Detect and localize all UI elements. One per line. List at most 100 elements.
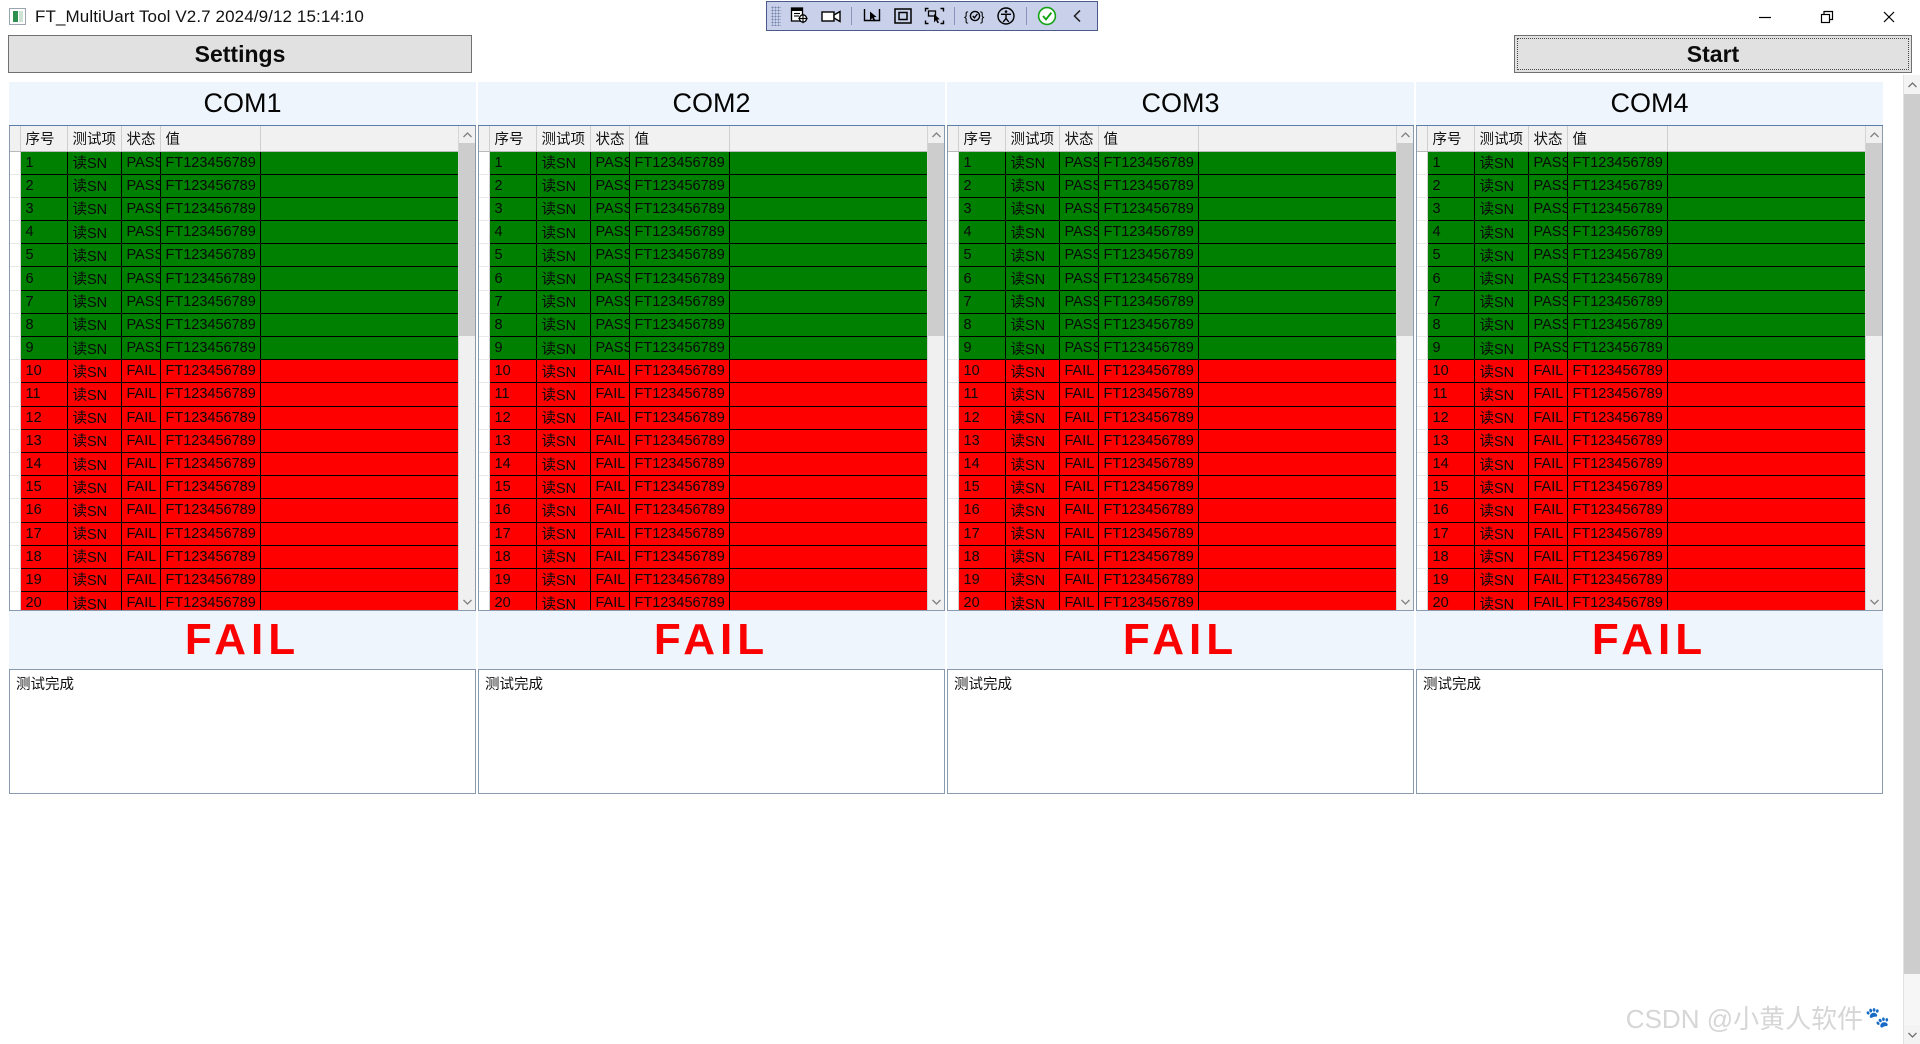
table-row[interactable]: 17 读SN FAIL FT123456789	[10, 522, 475, 546]
grid-scrollbar-thumb[interactable]	[1866, 143, 1882, 336]
cell-index[interactable]: 16	[489, 498, 537, 523]
scroll-up-arrow-icon[interactable]	[1866, 126, 1882, 143]
cell-index[interactable]: 19	[489, 568, 537, 593]
cell-value[interactable]: FT123456789	[629, 452, 730, 477]
table-row[interactable]: 7读SNPASSFT123456789	[10, 290, 475, 314]
row-selector-cell[interactable]	[10, 429, 21, 453]
cell-index[interactable]: 14	[1427, 452, 1475, 477]
grid-header-cell[interactable]: 测试项	[67, 126, 122, 152]
cell-test-item[interactable]: 读SN	[67, 336, 122, 361]
drag-handle-icon[interactable]	[771, 6, 781, 26]
cell-state[interactable]: FAIL	[590, 522, 630, 546]
cell-index[interactable]: 5	[958, 243, 1006, 268]
row-selector-cell[interactable]	[948, 290, 959, 314]
cell-value[interactable]: FT123456789	[1567, 475, 1668, 500]
cell-value[interactable]: FT123456789	[1098, 475, 1199, 500]
cell-test-item[interactable]: 读SN	[67, 568, 122, 593]
cell-extra[interactable]	[260, 290, 475, 314]
cell-index[interactable]: 20	[20, 591, 68, 610]
row-selector-cell[interactable]	[948, 429, 959, 453]
cell-index[interactable]: 19	[1427, 568, 1475, 593]
cell-value[interactable]: FT123456789	[1567, 174, 1668, 198]
cell-index[interactable]: 20	[1427, 591, 1475, 610]
cell-test-item[interactable]: 读SN	[536, 545, 591, 569]
cell-state[interactable]: PASS	[590, 243, 630, 268]
cell-extra[interactable]	[1198, 498, 1413, 523]
table-row[interactable]: 8读SNPASSFT123456789	[479, 313, 944, 338]
cell-index[interactable]: 1	[20, 151, 68, 175]
table-row[interactable]: 8读SNPASSFT123456789	[10, 313, 475, 338]
row-selector-cell[interactable]	[10, 498, 21, 523]
cell-test-item[interactable]: 读SN	[536, 220, 591, 245]
cell-value[interactable]: FT123456789	[1098, 220, 1199, 245]
row-selector-cell[interactable]	[1417, 290, 1428, 314]
row-selector-cell[interactable]	[479, 429, 490, 453]
cell-value[interactable]: FT123456789	[1098, 429, 1199, 453]
cell-extra[interactable]	[1667, 545, 1882, 569]
cell-value[interactable]: FT123456789	[1567, 290, 1668, 314]
capture-element-icon[interactable]	[919, 4, 949, 28]
row-selector-cell[interactable]	[10, 406, 21, 430]
cell-index[interactable]: 7	[20, 290, 68, 314]
cell-extra[interactable]	[1667, 406, 1882, 430]
cell-extra[interactable]	[1198, 243, 1413, 268]
cell-index[interactable]: 3	[1427, 197, 1475, 222]
cell-test-item[interactable]: 读SN	[1474, 382, 1529, 407]
cell-test-item[interactable]: 读SN	[536, 568, 591, 593]
row-selector-cell[interactable]	[479, 243, 490, 268]
cell-extra[interactable]	[260, 591, 475, 610]
cell-extra[interactable]	[729, 313, 944, 338]
cell-test-item[interactable]: 读SN	[67, 522, 122, 546]
table-row[interactable]: 19 读SN FAIL FT123456789	[10, 568, 475, 593]
cell-test-item[interactable]: 读SN	[1474, 220, 1529, 245]
cell-test-item[interactable]: 读SN	[1005, 522, 1060, 546]
table-row[interactable]: 16 读SN FAIL FT123456789	[479, 498, 944, 523]
grid-scrollbar[interactable]	[1396, 126, 1413, 610]
row-selector-cell[interactable]	[479, 452, 490, 477]
cell-value[interactable]: FT123456789	[160, 266, 261, 291]
cell-value[interactable]: FT123456789	[160, 382, 261, 407]
row-selector-cell[interactable]	[948, 382, 959, 407]
row-selector-cell[interactable]	[948, 545, 959, 569]
cell-value[interactable]: FT123456789	[1567, 452, 1668, 477]
row-selector-cell[interactable]	[1417, 568, 1428, 593]
cell-state[interactable]: FAIL	[1059, 406, 1099, 430]
table-row[interactable]: 2读SNPASSFT123456789	[479, 174, 944, 198]
grid-header-cell[interactable]: 值	[629, 126, 730, 152]
cell-extra[interactable]	[1198, 545, 1413, 569]
row-selector-cell[interactable]	[1417, 197, 1428, 222]
cell-value[interactable]: FT123456789	[160, 197, 261, 222]
cell-state[interactable]: PASS	[590, 313, 630, 338]
cell-index[interactable]: 9	[20, 336, 68, 361]
cell-extra[interactable]	[260, 522, 475, 546]
cell-state[interactable]: FAIL	[121, 429, 161, 453]
cell-value[interactable]: FT123456789	[160, 498, 261, 523]
cell-extra[interactable]	[729, 429, 944, 453]
row-selector-cell[interactable]	[948, 336, 959, 361]
grid-header-cell[interactable]: 状态	[1059, 126, 1099, 152]
cell-test-item[interactable]: 读SN	[1474, 406, 1529, 430]
cell-test-item[interactable]: 读SN	[536, 266, 591, 291]
table-row[interactable]: 4读SNPASSFT123456789	[1417, 220, 1882, 245]
table-row[interactable]: 9读SNPASSFT123456789	[948, 336, 1413, 361]
cell-extra[interactable]	[1198, 174, 1413, 198]
cell-test-item[interactable]: 读SN	[1005, 151, 1060, 175]
cell-state[interactable]: FAIL	[1059, 545, 1099, 569]
row-selector-cell[interactable]	[948, 452, 959, 477]
row-selector-cell[interactable]	[1417, 266, 1428, 291]
cell-value[interactable]: FT123456789	[1098, 266, 1199, 291]
table-row[interactable]: 5读SNPASSFT123456789	[10, 243, 475, 268]
row-selector-cell[interactable]	[479, 336, 490, 361]
cell-value[interactable]: FT123456789	[160, 243, 261, 268]
row-selector-cell[interactable]	[1417, 452, 1428, 477]
row-selector-cell[interactable]	[948, 266, 959, 291]
table-row[interactable]: 14 读SN FAIL FT123456789	[948, 452, 1413, 477]
cell-extra[interactable]	[729, 545, 944, 569]
cell-value[interactable]: FT123456789	[160, 522, 261, 546]
table-row[interactable]: 16 读SN FAIL FT123456789	[1417, 498, 1882, 523]
row-selector-cell[interactable]	[10, 313, 21, 338]
cell-value[interactable]: FT123456789	[1098, 545, 1199, 569]
cell-state[interactable]: PASS	[121, 290, 161, 314]
cell-test-item[interactable]: 读SN	[536, 359, 591, 384]
table-row[interactable]: 16 读SN FAIL FT123456789	[10, 498, 475, 523]
